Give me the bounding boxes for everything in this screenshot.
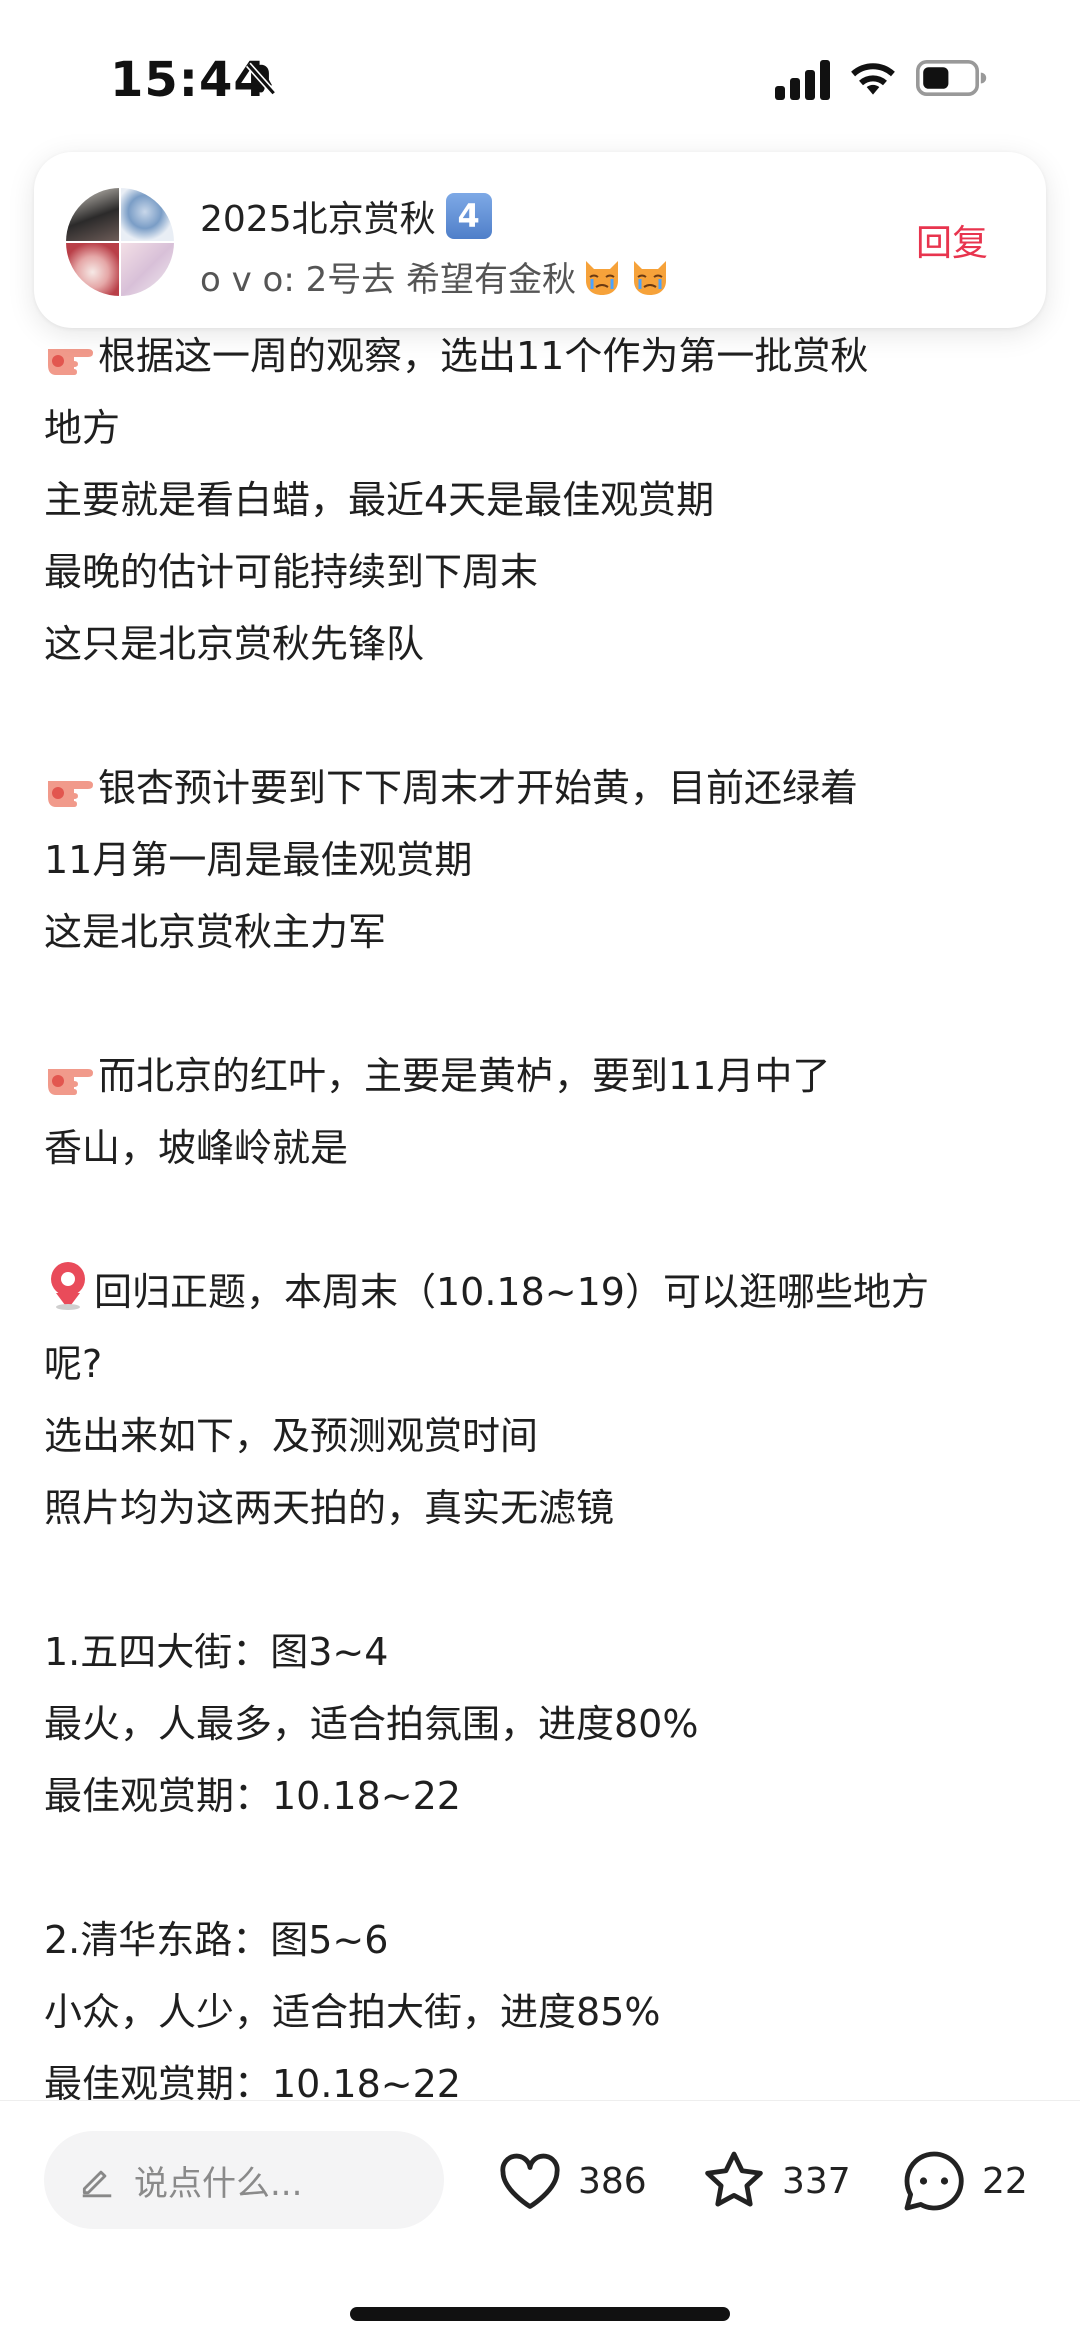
- heart-icon: [500, 2153, 560, 2209]
- battery-icon: [916, 60, 987, 96]
- content-line: 最佳观赏期：10.18~22: [44, 1774, 461, 1818]
- comment-input[interactable]: 说点什么...: [44, 2131, 444, 2229]
- like-button[interactable]: 386: [494, 2145, 647, 2217]
- home-indicator[interactable]: [350, 2307, 730, 2321]
- cat-crying-icon: [586, 260, 619, 295]
- content-line: 选出来如下，及预测观赏时间: [44, 1414, 539, 1458]
- content-line: 银杏预计要到下下周末才开始黄，目前还绿着: [44, 752, 1044, 824]
- content-line: 最晚的估计可能持续到下周末: [44, 550, 539, 594]
- comment-placeholder: 说点什么...: [134, 2163, 303, 2204]
- star-icon: [705, 2151, 763, 2207]
- content-line: 11月第一周是最佳观赏期: [44, 838, 473, 882]
- group-avatar: [66, 188, 174, 296]
- group-name: 2025北京赏秋: [200, 199, 436, 240]
- notification-title: 2025北京赏秋 4: [200, 190, 492, 242]
- content-line: 照片均为这两天拍的，真实无滤镜: [44, 1486, 615, 1530]
- comments-button[interactable]: 22: [898, 2145, 1028, 2217]
- comment-count: 22: [982, 2160, 1028, 2202]
- bottom-action-bar: 说点什么... 386 337 22: [0, 2100, 1080, 2342]
- message-text: o v o: 2号去 希望有金秋: [200, 260, 577, 300]
- content-line: 地方: [44, 406, 121, 450]
- pencil-icon: [82, 2170, 112, 2198]
- content-line: 最火，人最多，适合拍氛围，进度80%: [44, 1702, 699, 1746]
- number-badge: 4: [445, 193, 492, 239]
- content-line: 而北京的红叶，主要是黄栌，要到11月中了: [44, 1040, 1044, 1112]
- wifi-icon: [851, 63, 895, 95]
- pin-icon: [51, 1262, 85, 1310]
- content-line: 2.清华东路：图5~6: [44, 1918, 389, 1962]
- signal-icon: [775, 60, 830, 100]
- pointing-hand-icon: [48, 781, 93, 807]
- reply-button[interactable]: 回复: [916, 214, 988, 266]
- content-line: 回归正题，本周末（10.18~19）可以逛哪些地方: [44, 1256, 1044, 1328]
- content-line: 香山，坡峰岭就是: [44, 1126, 349, 1170]
- content-line: 小众，人少，适合拍大街，进度85%: [44, 1990, 661, 2034]
- favorite-button[interactable]: 337: [698, 2145, 851, 2217]
- pointing-hand-icon: [48, 349, 93, 375]
- notification-message: o v o: 2号去 希望有金秋: [200, 252, 672, 301]
- cat-crying-icon: [634, 260, 667, 295]
- pointing-hand-icon: [48, 1069, 93, 1095]
- status-bar: 15:44: [0, 0, 1080, 150]
- content-line: 这只是北京赏秋先锋队: [44, 622, 425, 666]
- content-line: 呢?: [44, 1342, 103, 1386]
- bell-slash-icon: [245, 62, 277, 96]
- content-line: 1.五四大街：图3~4: [44, 1630, 389, 1674]
- like-count: 386: [578, 2160, 647, 2202]
- comment-bubble-icon: [904, 2151, 964, 2211]
- content-line: 主要就是看白蜡，最近4天是最佳观赏期: [44, 478, 715, 522]
- notification-banner[interactable]: 2025北京赏秋 4 o v o: 2号去 希望有金秋 回复: [34, 152, 1046, 328]
- content-line: 根据这一周的观察，选出11个作为第一批赏秋: [44, 320, 1044, 392]
- post-content: 根据这一周的观察，选出11个作为第一批赏秋 地方 主要就是看白蜡，最近4天是最佳…: [44, 320, 1044, 2120]
- favorite-count: 337: [782, 2160, 851, 2202]
- content-line: 这是北京赏秋主力军: [44, 910, 387, 954]
